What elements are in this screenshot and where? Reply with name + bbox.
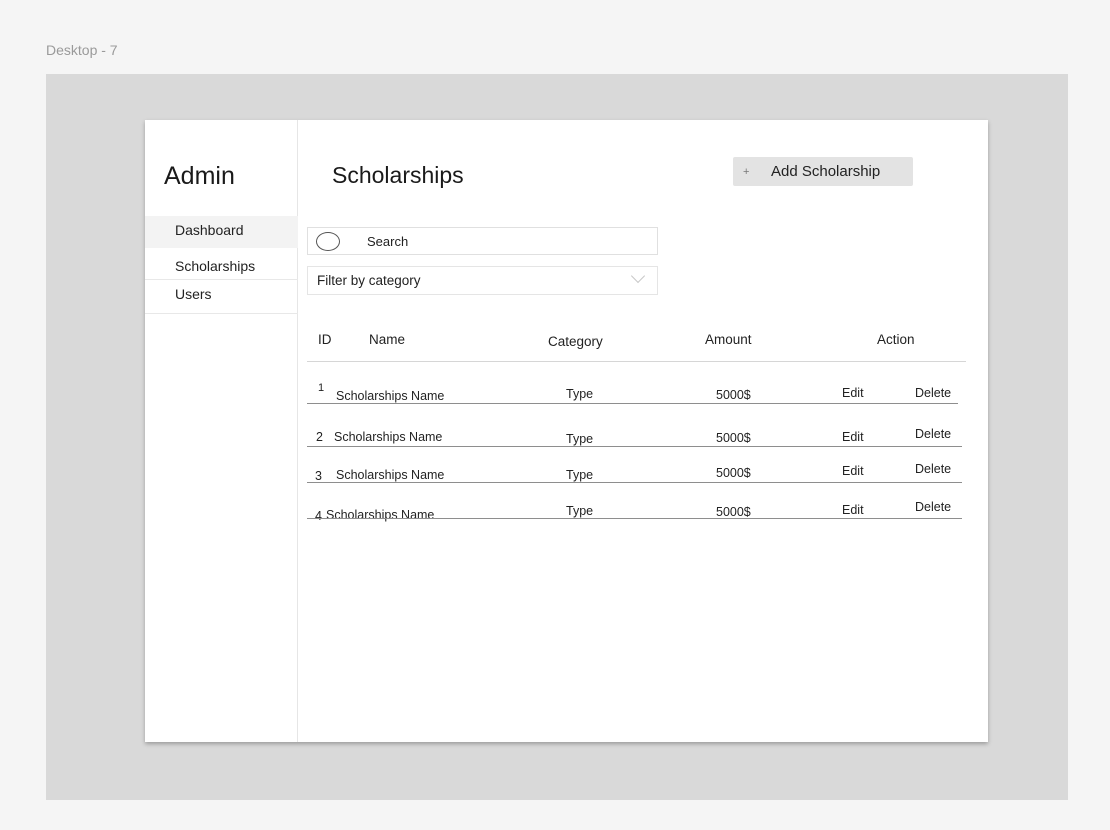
edit-link[interactable]: Edit: [842, 386, 864, 400]
search-input[interactable]: Search: [307, 227, 658, 255]
row-amount: 5000$: [716, 505, 751, 519]
filter-placeholder: Filter by category: [317, 273, 421, 288]
row-divider: [307, 518, 962, 519]
delete-link[interactable]: Delete: [915, 500, 951, 514]
edit-link[interactable]: Edit: [842, 503, 864, 517]
sidebar-nav: Dashboard Scholarships Users: [145, 216, 298, 314]
sidebar-item-scholarships[interactable]: Scholarships: [145, 248, 298, 280]
row-name: Scholarships Name: [336, 468, 445, 482]
category-filter-select[interactable]: Filter by category: [307, 266, 658, 295]
row-divider: [307, 446, 962, 447]
delete-link[interactable]: Delete: [915, 427, 951, 441]
plus-icon: +: [743, 165, 750, 178]
page-title: Scholarships: [332, 162, 464, 188]
row-id: 1: [318, 382, 325, 394]
search-placeholder: Search: [367, 234, 409, 249]
row-id: 3: [315, 469, 322, 483]
edit-link[interactable]: Edit: [842, 464, 864, 478]
delete-link[interactable]: Delete: [915, 386, 951, 400]
row-amount: 5000$: [716, 466, 751, 480]
row-amount: 5000$: [716, 388, 751, 402]
row-id: 2: [316, 430, 323, 444]
row-name: Scholarships Name: [326, 508, 435, 522]
row-category: Type: [566, 468, 594, 482]
add-scholarship-button[interactable]: + Add Scholarship: [733, 157, 913, 186]
sidebar: Admin Dashboard Scholarships Users: [145, 120, 298, 742]
column-header-name: Name: [369, 332, 406, 347]
row-category: Type: [566, 432, 594, 446]
column-header-action: Action: [877, 332, 915, 347]
row-divider: [307, 403, 958, 404]
column-header-id: ID: [318, 332, 332, 347]
sidebar-item-users[interactable]: Users: [145, 280, 298, 314]
column-header-amount: Amount: [705, 332, 752, 347]
row-amount: 5000$: [716, 431, 751, 445]
sidebar-item-dashboard[interactable]: Dashboard: [145, 216, 298, 248]
delete-link[interactable]: Delete: [915, 462, 951, 476]
row-category: Type: [566, 387, 594, 401]
brand-title: Admin: [164, 162, 235, 190]
column-header-category: Category: [548, 334, 603, 349]
row-category: Type: [566, 504, 594, 518]
row-divider: [307, 482, 962, 483]
edit-link[interactable]: Edit: [842, 430, 864, 444]
frame-label: Desktop - 7: [46, 42, 118, 58]
chevron-down-icon: [630, 268, 646, 284]
search-icon: [316, 232, 340, 251]
admin-panel: Admin Dashboard Scholarships Users Schol…: [145, 120, 988, 742]
row-id: 4: [315, 509, 322, 523]
row-name: Scholarships Name: [334, 430, 443, 444]
add-scholarship-label: Add Scholarship: [771, 163, 881, 180]
header-divider: [307, 361, 966, 362]
row-name: Scholarships Name: [336, 389, 445, 403]
